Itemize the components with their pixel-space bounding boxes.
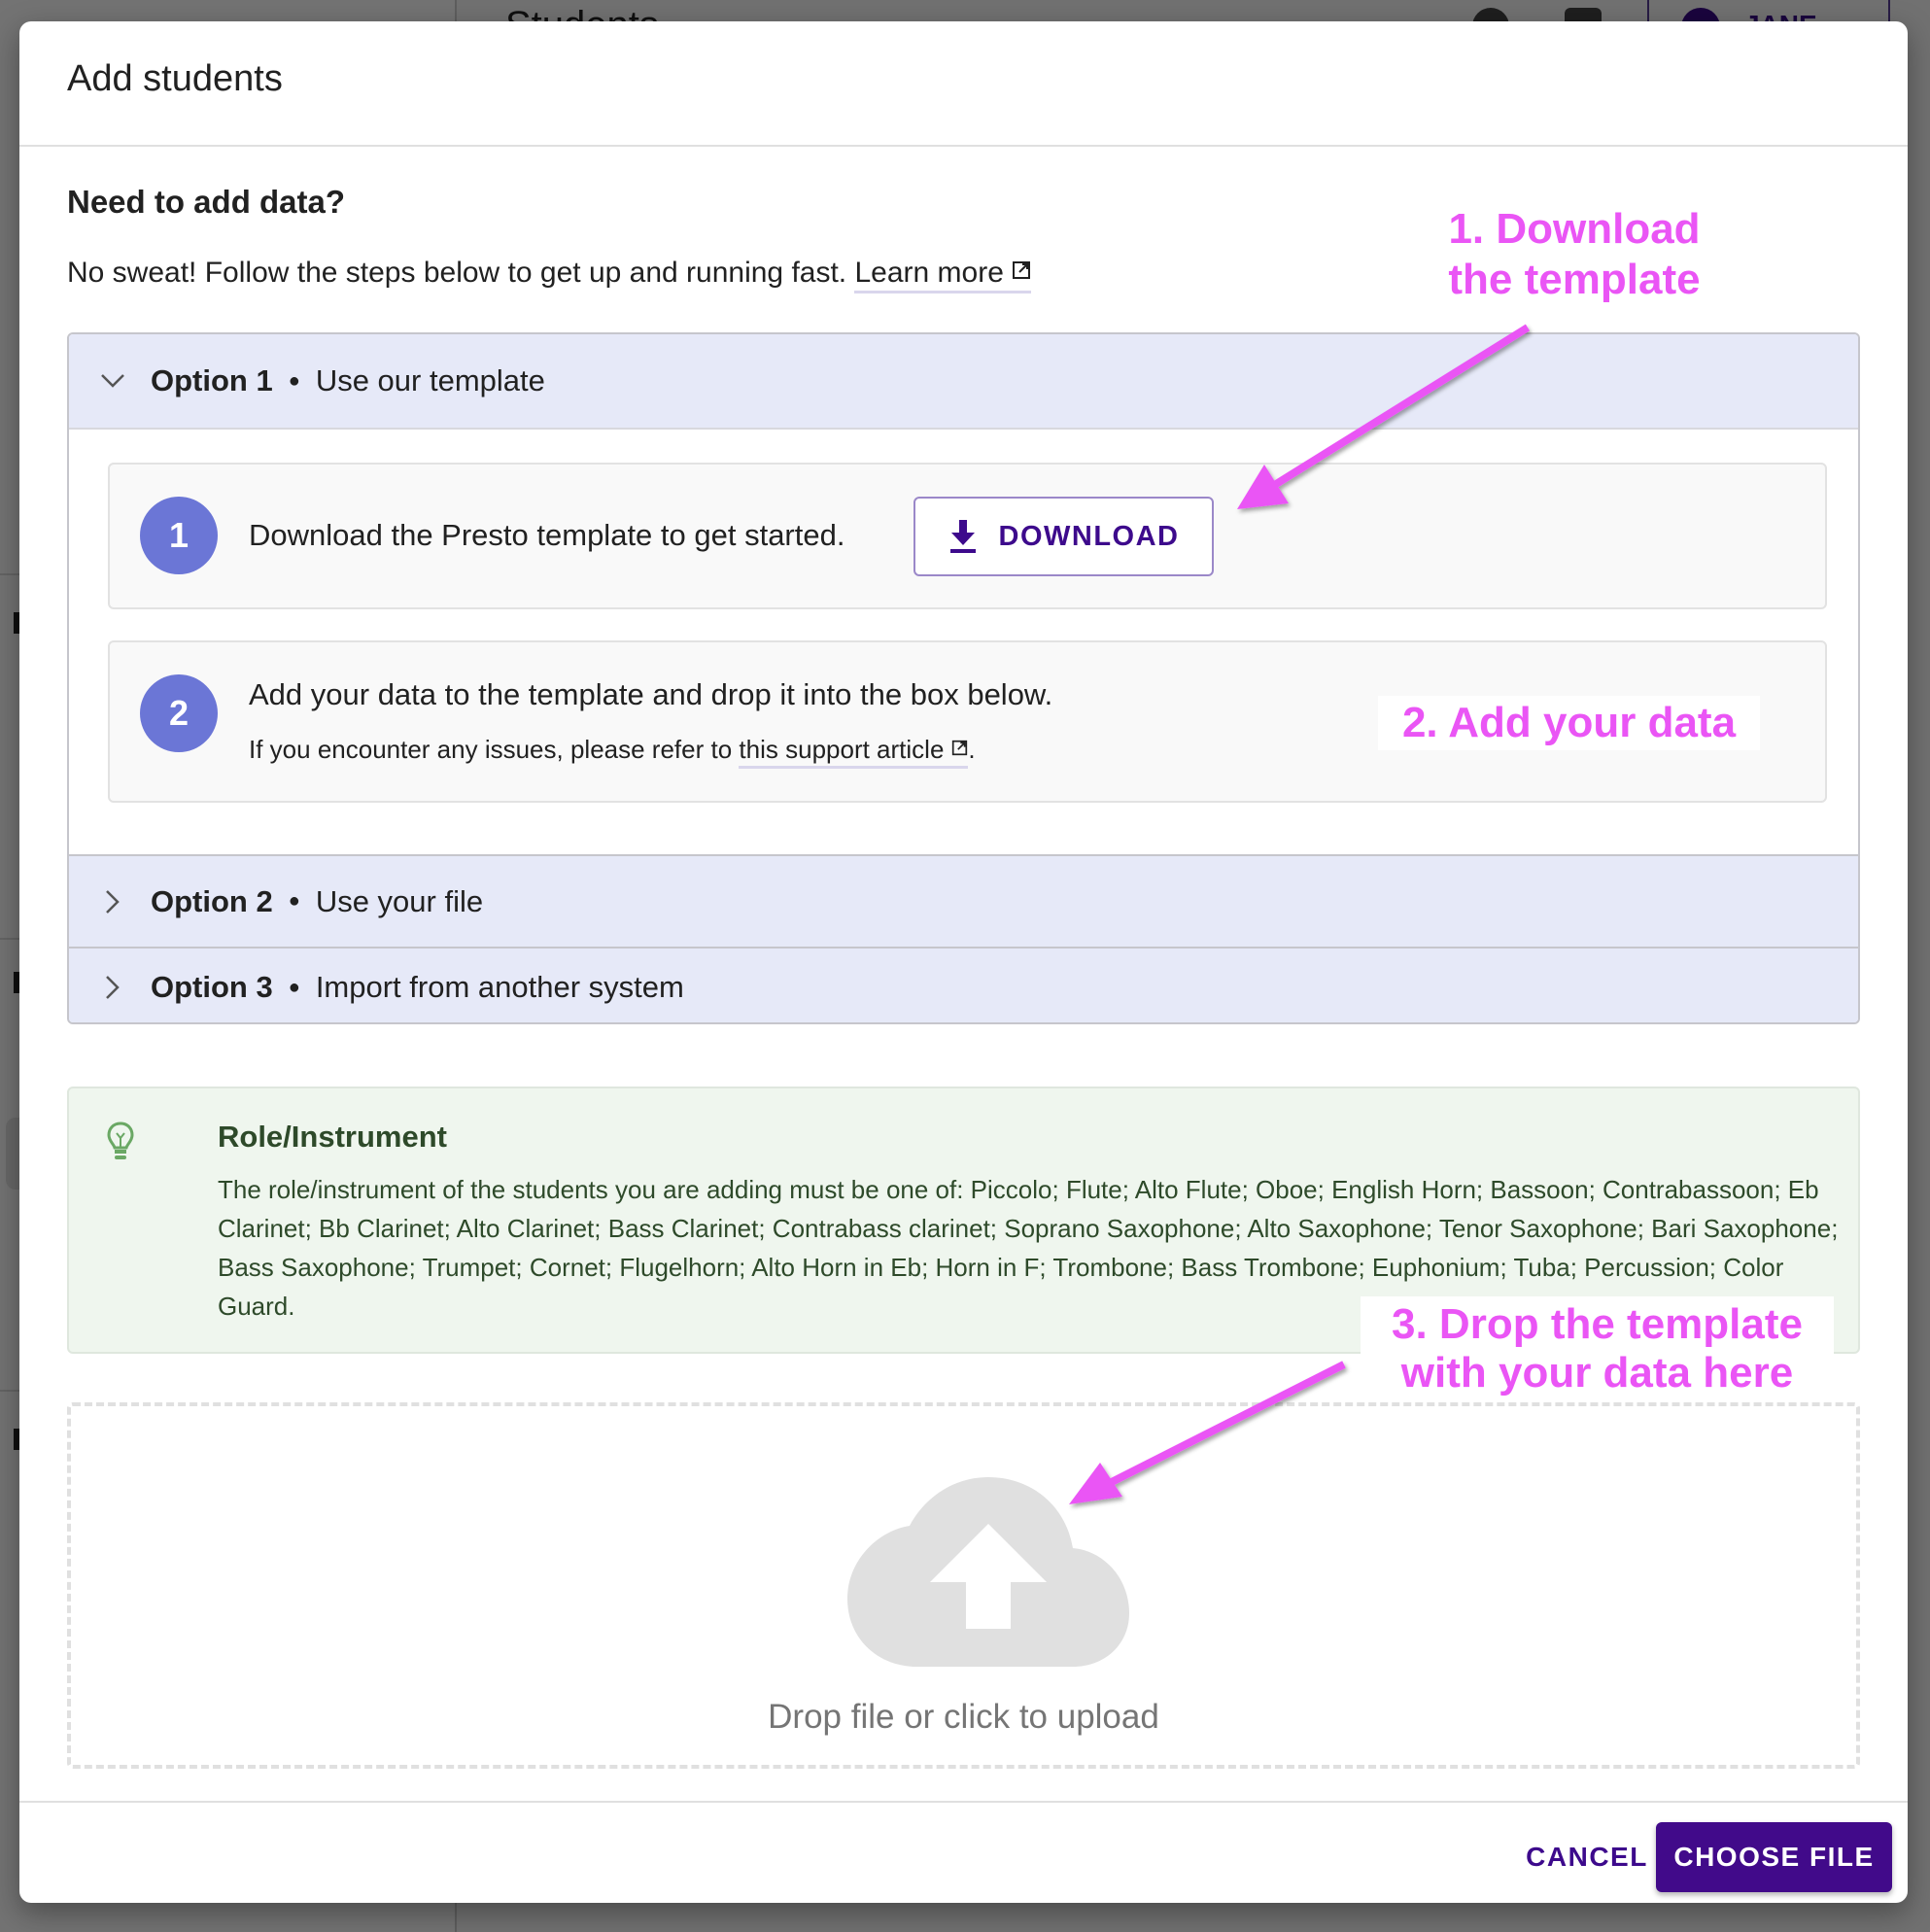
annotation-step-3: 3. Drop the template with your data here bbox=[1361, 1296, 1834, 1397]
external-link-icon bbox=[952, 740, 968, 756]
tip-title: Role/Instrument bbox=[218, 1120, 447, 1154]
step-2-subtext: If you encounter any issues, please refe… bbox=[249, 735, 976, 769]
learn-more-link[interactable]: Learn more bbox=[854, 257, 1031, 293]
option-description: Import from another system bbox=[315, 970, 684, 1004]
download-button-label: DOWNLOAD bbox=[998, 520, 1180, 552]
separator-dot: ● bbox=[288, 890, 300, 912]
file-dropzone[interactable]: Drop file or click to upload bbox=[67, 1402, 1860, 1769]
support-prefix: If you encounter any issues, please refe… bbox=[249, 735, 733, 764]
option-2-header[interactable]: Option 2 ● Use your file bbox=[69, 854, 1858, 949]
intro-text-body: No sweat! Follow the steps below to get … bbox=[67, 257, 847, 289]
intro-text: No sweat! Follow the steps below to get … bbox=[67, 257, 1031, 293]
option-description: Use our template bbox=[315, 363, 545, 397]
support-article-link[interactable]: this support article bbox=[739, 735, 969, 769]
step-number-badge: 1 bbox=[140, 497, 218, 574]
step-number-badge: 2 bbox=[140, 674, 218, 752]
section-title: Need to add data? bbox=[67, 184, 346, 220]
option-description: Use your file bbox=[315, 883, 484, 918]
lightbulb-icon bbox=[107, 1121, 134, 1159]
option-label: Option 3 bbox=[151, 970, 273, 1004]
step-2-text: Add your data to the template and drop i… bbox=[249, 677, 1053, 711]
download-template-button[interactable]: DOWNLOAD bbox=[913, 497, 1214, 576]
step-1-card: 1 Download the Presto template to get st… bbox=[108, 463, 1827, 609]
dialog-title: Add students bbox=[67, 58, 283, 99]
option-3-header[interactable]: Option 3 ● Import from another system bbox=[69, 949, 1858, 1022]
separator-dot: ● bbox=[288, 976, 300, 998]
support-article-label: this support article bbox=[739, 735, 945, 764]
dialog-header: Add students bbox=[19, 21, 1908, 147]
cancel-button[interactable]: CANCEL bbox=[1504, 1822, 1670, 1892]
choose-file-button[interactable]: CHOOSE FILE bbox=[1656, 1822, 1892, 1892]
support-suffix: . bbox=[968, 735, 976, 764]
external-link-icon bbox=[1012, 261, 1030, 279]
chevron-right-icon bbox=[98, 973, 127, 1002]
options-accordion: Option 1 ● Use our template 1 Download t… bbox=[67, 332, 1860, 1024]
chevron-down-icon bbox=[98, 366, 127, 396]
separator-dot: ● bbox=[288, 369, 300, 392]
cloud-upload-icon bbox=[847, 1477, 1129, 1667]
annotation-step-1: 1. Download the template bbox=[1448, 205, 1701, 303]
option-1-header[interactable]: Option 1 ● Use our template bbox=[69, 334, 1858, 430]
option-label: Option 2 bbox=[151, 883, 273, 918]
chevron-right-icon bbox=[98, 887, 127, 916]
dialog-footer: CANCEL CHOOSE FILE bbox=[19, 1801, 1908, 1903]
annotation-step-2: 2. Add your data bbox=[1378, 696, 1760, 750]
dropzone-text: Drop file or click to upload bbox=[768, 1698, 1159, 1736]
download-icon bbox=[949, 520, 976, 553]
step-1-text: Download the Presto template to get star… bbox=[249, 518, 845, 552]
option-label: Option 1 bbox=[151, 363, 273, 397]
learn-more-label: Learn more bbox=[854, 257, 1004, 289]
